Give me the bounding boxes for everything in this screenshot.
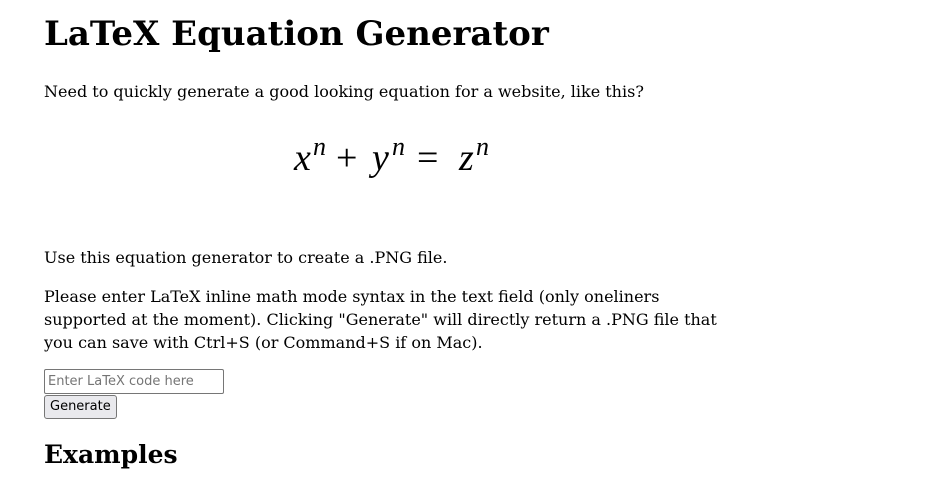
eq-exponent-1: n xyxy=(313,132,326,161)
eq-plus: + xyxy=(336,137,357,179)
eq-x: x xyxy=(293,137,311,179)
examples-heading: Examples xyxy=(44,440,178,469)
instructions-text: Please enter LaTeX inline math mode synt… xyxy=(44,287,717,352)
eq-y: y xyxy=(368,137,389,179)
eq-exponent-2: n xyxy=(392,132,405,161)
latex-code-input[interactable] xyxy=(44,369,224,394)
eq-exponent-3: n xyxy=(476,132,489,161)
page: LaTeX Equation Generator Need to quickly… xyxy=(0,0,925,480)
eq-z: z xyxy=(458,137,474,179)
generate-button[interactable]: Generate xyxy=(44,395,117,419)
eq-equals: = xyxy=(417,137,438,179)
example-equation-image: x n + y n = z n xyxy=(292,128,502,182)
usage-text: Use this equation generator to create a … xyxy=(44,248,448,267)
intro-text: Need to quickly generate a good looking … xyxy=(44,82,644,101)
equation-svg: x n + y n = z n xyxy=(293,132,489,179)
page-title: LaTeX Equation Generator xyxy=(44,14,549,54)
